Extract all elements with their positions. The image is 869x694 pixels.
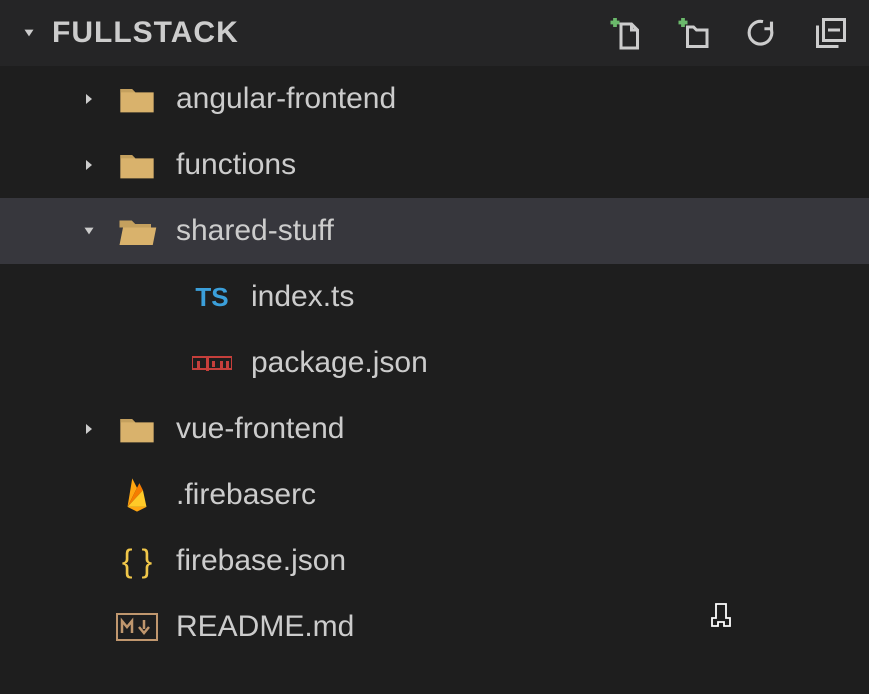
tree-item-label: angular-frontend xyxy=(176,82,396,116)
new-folder-button[interactable] xyxy=(677,15,713,51)
firebase-icon xyxy=(116,474,158,516)
folder-functions[interactable]: functions xyxy=(20,132,869,198)
npm-icon xyxy=(191,342,233,384)
file-package-json[interactable]: package.json xyxy=(20,330,869,396)
chevron-right-icon xyxy=(80,90,98,108)
explorer-title: FULLSTACK xyxy=(52,16,239,50)
tree-item-label: README.md xyxy=(176,610,354,644)
typescript-icon: TS xyxy=(191,276,233,318)
explorer-header: FULLSTACK xyxy=(0,0,869,66)
collapse-all-button[interactable] xyxy=(813,15,849,51)
folder-icon xyxy=(116,144,158,186)
explorer-actions xyxy=(609,15,849,51)
file-firebase-json[interactable]: { } firebase.json xyxy=(20,528,869,594)
tree-item-label: package.json xyxy=(251,346,428,380)
explorer-header-left: FULLSTACK xyxy=(20,16,609,50)
chevron-right-icon xyxy=(80,156,98,174)
tree-item-label: .firebaserc xyxy=(176,478,316,512)
folder-icon xyxy=(116,408,158,450)
tree-item-label: functions xyxy=(176,148,296,182)
folder-icon xyxy=(116,78,158,120)
tree-item-label: vue-frontend xyxy=(176,412,344,446)
tree-item-label: index.ts xyxy=(251,280,354,314)
tree-item-label: shared-stuff xyxy=(176,214,334,248)
new-file-button[interactable] xyxy=(609,15,645,51)
json-icon: { } xyxy=(116,540,158,582)
file-firebaserc[interactable]: .firebaserc xyxy=(20,462,869,528)
chevron-down-icon xyxy=(80,222,98,240)
chevron-right-icon xyxy=(80,420,98,438)
file-readme-md[interactable]: README.md xyxy=(20,594,869,660)
chevron-down-icon[interactable] xyxy=(20,24,38,42)
refresh-button[interactable] xyxy=(745,15,781,51)
folder-open-icon xyxy=(116,210,158,252)
markdown-icon xyxy=(116,606,158,648)
folder-shared-stuff[interactable]: shared-stuff xyxy=(0,198,869,264)
file-tree: angular-frontend functions shared-stuff … xyxy=(0,66,869,660)
file-index-ts[interactable]: TS index.ts xyxy=(20,264,869,330)
tree-item-label: firebase.json xyxy=(176,544,346,578)
folder-vue-frontend[interactable]: vue-frontend xyxy=(20,396,869,462)
folder-angular-frontend[interactable]: angular-frontend xyxy=(20,66,869,132)
